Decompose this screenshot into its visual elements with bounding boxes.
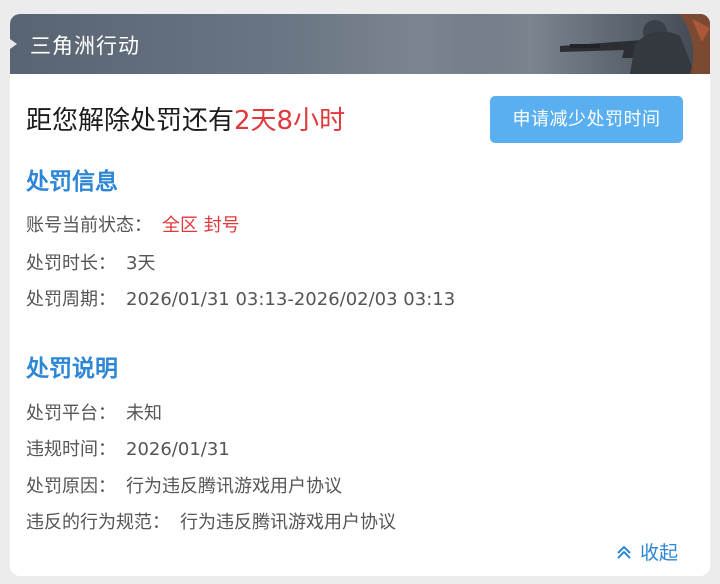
penalty-period-label: 处罚周期： xyxy=(26,289,116,310)
game-title: 三角洲行动 xyxy=(30,34,140,58)
account-status-value: 全区 封号 xyxy=(162,215,240,236)
banner-artwork xyxy=(410,14,710,74)
violation-time-row: 违规时间： 2026/01/31 xyxy=(26,435,230,461)
penalty-description-title: 处罚说明 xyxy=(26,356,118,382)
penalty-duration-label: 处罚时长： xyxy=(26,253,116,274)
game-banner: 三角洲行动 xyxy=(10,14,710,74)
penalty-reason-label: 处罚原因： xyxy=(26,476,116,497)
reduce-penalty-button[interactable]: 申请减少处罚时间 xyxy=(490,96,683,143)
penalty-period-row: 处罚周期： 2026/01/31 03:13-2026/02/03 03:13 xyxy=(26,285,455,311)
violation-time-label: 违规时间： xyxy=(26,439,116,460)
penalty-remaining-headline: 距您解除处罚还有2天8小时 xyxy=(26,100,345,137)
banner-notch xyxy=(10,39,17,49)
violated-rule-row: 违反的行为规范： 行为违反腾讯游戏用户协议 xyxy=(26,508,396,534)
remaining-time: 2天8小时 xyxy=(234,106,346,136)
penalty-duration-value: 3天 xyxy=(126,253,156,274)
violated-rule-label: 违反的行为规范： xyxy=(26,512,170,533)
violated-rule-value: 行为违反腾讯游戏用户协议 xyxy=(180,512,396,533)
penalty-reason-value: 行为违反腾讯游戏用户协议 xyxy=(126,476,342,497)
penalty-card: 三角洲行动 距您解除处罚还有2天8小时 申请减少处罚时间 处罚信息 账号当前状态… xyxy=(10,14,710,576)
penalty-platform-row: 处罚平台： 未知 xyxy=(26,399,162,425)
penalty-info-title: 处罚信息 xyxy=(26,169,118,195)
double-chevron-up-icon xyxy=(617,545,631,559)
penalty-period-value: 2026/01/31 03:13-2026/02/03 03:13 xyxy=(126,289,456,310)
penalty-duration-row: 处罚时长： 3天 xyxy=(26,249,155,275)
collapse-button[interactable]: 收起 xyxy=(616,538,678,565)
account-status-label: 账号当前状态： xyxy=(26,215,152,236)
violation-time-value: 2026/01/31 xyxy=(126,439,230,460)
headline-prefix: 距您解除处罚还有 xyxy=(26,106,235,136)
penalty-platform-value: 未知 xyxy=(126,403,162,424)
collapse-label: 收起 xyxy=(640,542,679,564)
penalty-platform-label: 处罚平台： xyxy=(26,403,116,424)
account-status-row: 账号当前状态： 全区 封号 xyxy=(26,211,240,237)
penalty-reason-row: 处罚原因： 行为违反腾讯游戏用户协议 xyxy=(26,472,342,498)
